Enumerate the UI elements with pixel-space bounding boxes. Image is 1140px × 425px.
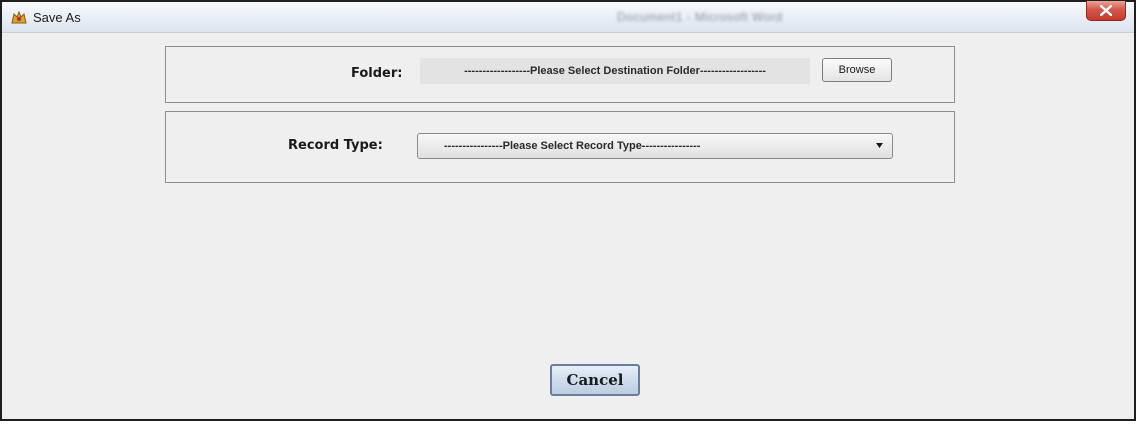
folder-path-field: ------------------Please Select Destinat… [420,58,810,84]
chevron-down-icon [876,143,883,148]
title-bar[interactable]: Save As Document1 - Microsoft Word [2,1,1134,33]
window-title: Save As [33,10,81,25]
dialog-content: Folder: ------------------Please Select … [2,33,1134,419]
background-window-title: Document1 - Microsoft Word [617,10,783,24]
browse-button[interactable]: Browse [822,58,892,82]
app-logo-icon [10,9,28,25]
save-as-dialog: Save As Document1 - Microsoft Word Folde… [0,0,1136,421]
cancel-button[interactable]: Cancel [550,364,640,396]
close-button[interactable] [1086,1,1126,21]
record-type-selected-value: ----------------Please Select Record Typ… [444,140,701,152]
record-type-label: Record Type: [288,138,383,153]
close-icon [1100,5,1112,16]
folder-label: Folder: [351,66,403,81]
record-type-select[interactable]: ----------------Please Select Record Typ… [417,133,893,159]
folder-panel: Folder: ------------------Please Select … [165,46,955,103]
record-type-panel: Record Type: ----------------Please Sele… [165,111,955,183]
